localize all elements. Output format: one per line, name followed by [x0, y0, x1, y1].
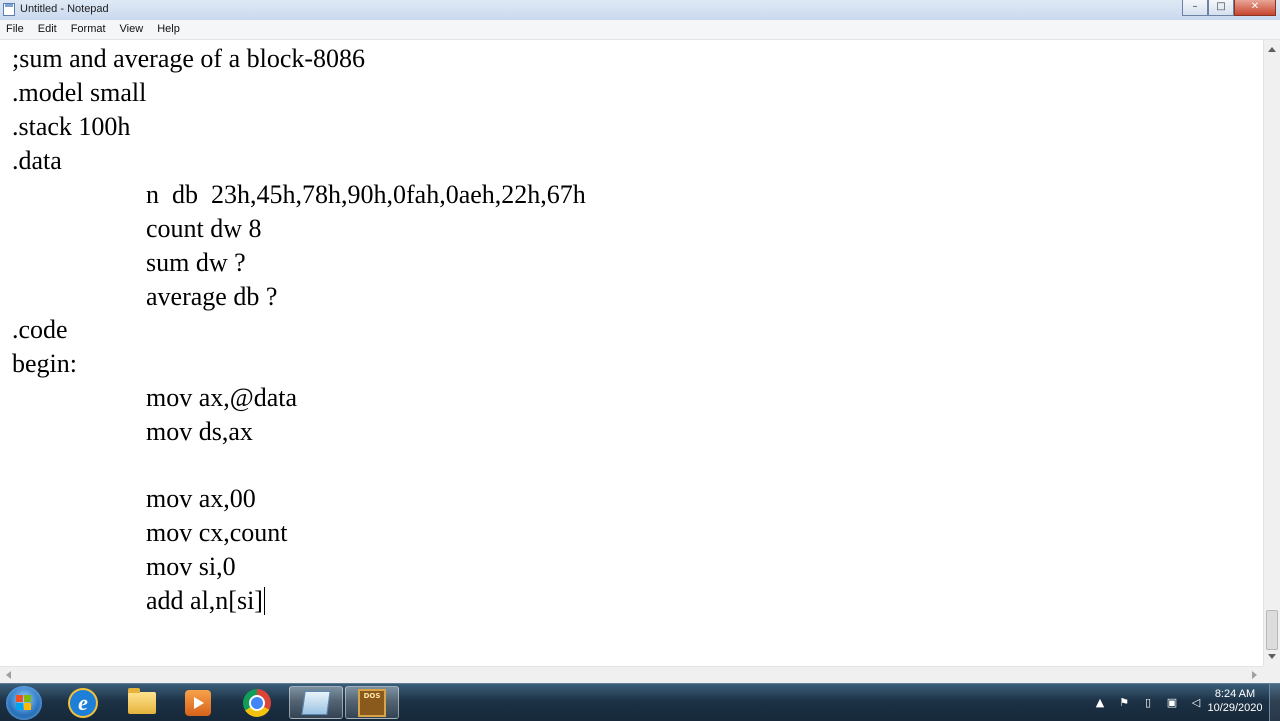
- clock-date: 10/29/2020: [1207, 702, 1263, 714]
- menu-view[interactable]: View: [113, 20, 151, 39]
- show-desktop-button[interactable]: [1269, 684, 1280, 721]
- minimize-button[interactable]: –: [1182, 0, 1208, 16]
- minimize-icon: –: [1192, 1, 1198, 12]
- editor-line[interactable]: mov ax,@data: [146, 381, 297, 415]
- taskbar-internet-explorer[interactable]: e: [56, 686, 110, 719]
- text-caret: [263, 587, 265, 615]
- editor-line[interactable]: .data: [12, 144, 62, 178]
- horizontal-scrollbar[interactable]: [0, 666, 1263, 683]
- file-explorer-icon: [128, 687, 156, 714]
- media-player-icon: [185, 689, 211, 716]
- action-center-flag-icon[interactable]: ⚑: [1117, 696, 1131, 710]
- editor-line[interactable]: .model small: [12, 76, 146, 110]
- editor-line[interactable]: mov cx,count: [146, 516, 288, 550]
- internet-explorer-icon: e: [70, 689, 96, 716]
- menu-format[interactable]: Format: [64, 20, 113, 39]
- editor-line[interactable]: ;sum and average of a block-8086: [12, 42, 365, 76]
- menu-edit[interactable]: Edit: [31, 20, 64, 39]
- notepad-app-icon[interactable]: [3, 3, 15, 16]
- scroll-left-icon[interactable]: [6, 671, 11, 679]
- taskbar-file-explorer[interactable]: [115, 686, 169, 719]
- network-icon[interactable]: ▣: [1165, 696, 1179, 710]
- chrome-icon: [243, 688, 271, 717]
- menu-help[interactable]: Help: [150, 20, 187, 39]
- editor-line-text: add al,n[si]: [146, 586, 263, 615]
- close-button[interactable]: ✕: [1234, 0, 1276, 16]
- taskbar: e DOS ▲ ⚑ ▯ ▣ ◁ 8:24 AM 10/29/2020: [0, 683, 1280, 721]
- editor-line[interactable]: sum dw ?: [146, 246, 246, 280]
- scroll-down-icon[interactable]: [1268, 654, 1276, 659]
- window-controls: – □ ✕: [1182, 0, 1276, 18]
- menu-bar: File Edit Format View Help: [0, 20, 1280, 40]
- show-hidden-icons-icon[interactable]: ▲: [1093, 696, 1107, 710]
- editor-line[interactable]: mov ds,ax: [146, 415, 253, 449]
- taskbar-clock[interactable]: 8:24 AM 10/29/2020: [1198, 687, 1272, 715]
- start-button[interactable]: [6, 686, 42, 720]
- dosbox-icon: DOS: [358, 688, 386, 717]
- close-icon: ✕: [1250, 1, 1260, 12]
- editor-line[interactable]: mov si,0: [146, 550, 236, 584]
- menu-file[interactable]: File: [0, 20, 31, 39]
- windows-logo-icon: [16, 695, 32, 711]
- taskbar-dosbox[interactable]: DOS: [345, 686, 399, 719]
- scroll-right-icon[interactable]: [1252, 671, 1257, 679]
- vertical-scrollbar[interactable]: [1263, 40, 1280, 666]
- editor-line[interactable]: n db 23h,45h,78h,90h,0fah,0aeh,22h,67h: [146, 178, 586, 212]
- clock-time: 8:24 AM: [1214, 688, 1256, 700]
- battery-icon[interactable]: ▯: [1141, 696, 1155, 710]
- editor-line[interactable]: .code: [12, 313, 68, 347]
- window-title: Untitled - Notepad: [20, 3, 109, 15]
- editor-line[interactable]: average db ?: [146, 280, 277, 314]
- taskbar-media-player[interactable]: [171, 686, 225, 719]
- title-bar: Untitled - Notepad – □ ✕: [0, 0, 1280, 21]
- maximize-button[interactable]: □: [1208, 0, 1234, 16]
- editor-line[interactable]: count dw 8: [146, 212, 262, 246]
- text-editor[interactable]: ;sum and average of a block-8086 .model …: [0, 40, 1263, 666]
- notepad-icon: [301, 690, 331, 715]
- taskbar-notepad[interactable]: [289, 686, 343, 719]
- scroll-up-icon[interactable]: [1268, 47, 1276, 52]
- editor-line-current[interactable]: add al,n[si]: [146, 584, 265, 618]
- taskbar-chrome[interactable]: [230, 686, 284, 719]
- editor-line[interactable]: begin:: [12, 347, 77, 381]
- vertical-scroll-thumb[interactable]: [1266, 610, 1278, 650]
- system-tray: ▲ ⚑ ▯ ▣ ◁: [1088, 684, 1208, 721]
- editor-line[interactable]: .stack 100h: [12, 110, 130, 144]
- editor-line[interactable]: mov ax,00: [146, 482, 256, 516]
- scrollbar-corner: [1263, 666, 1280, 683]
- maximize-icon: □: [1216, 1, 1226, 12]
